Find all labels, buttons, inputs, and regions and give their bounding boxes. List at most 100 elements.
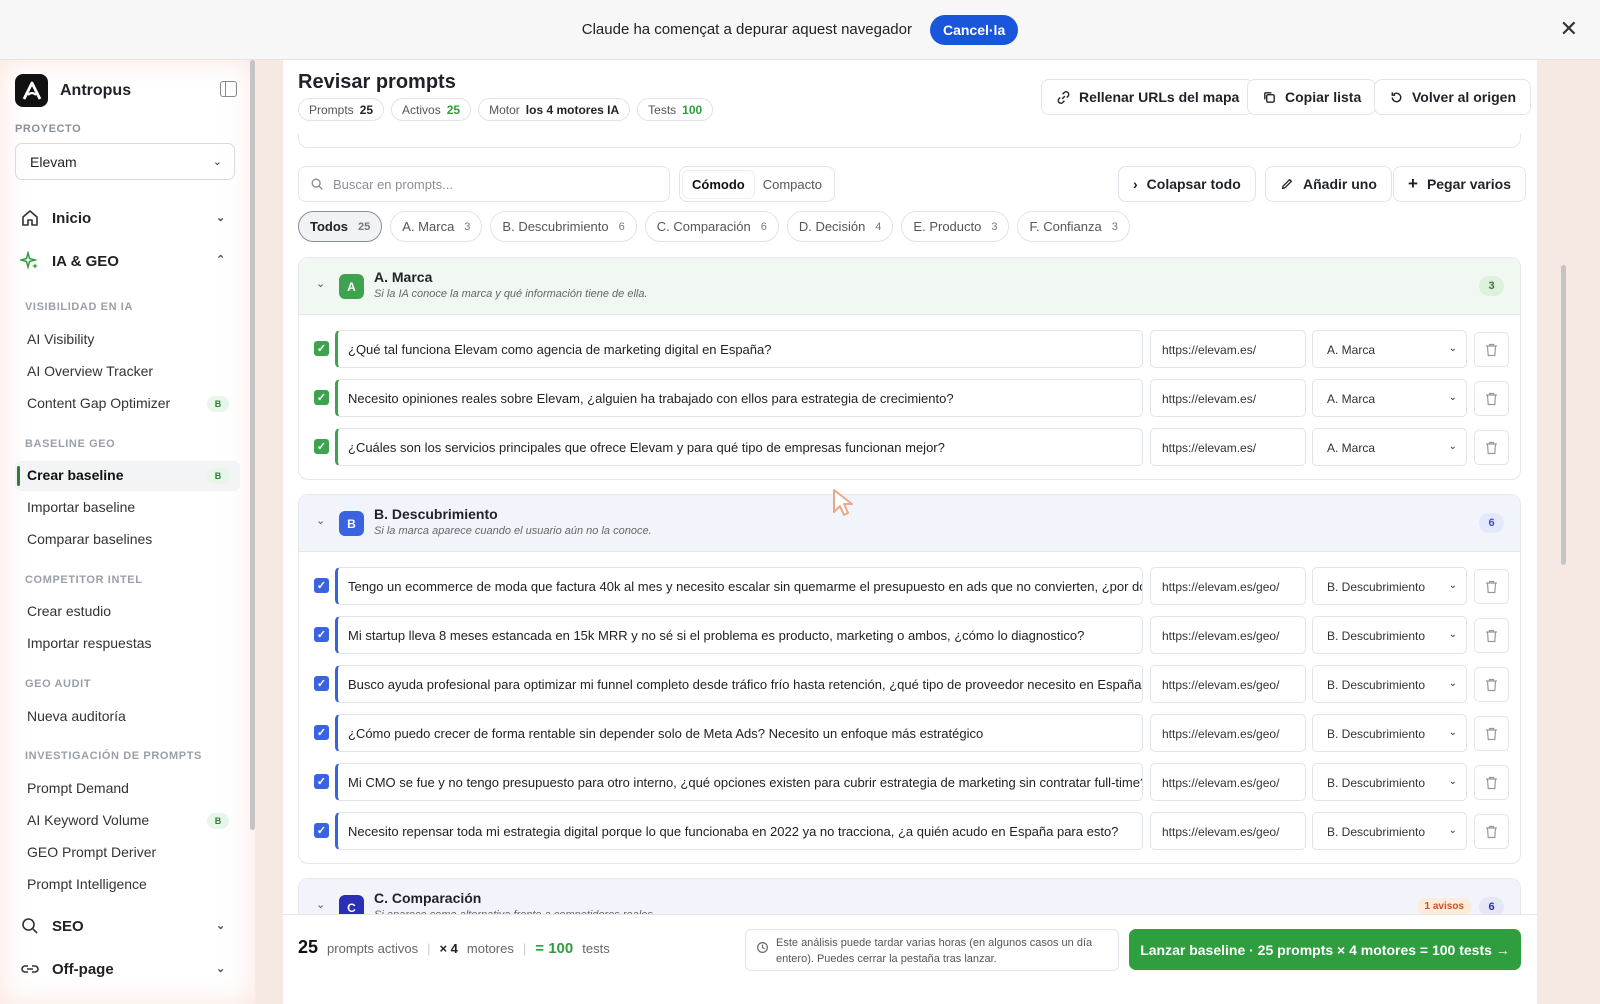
sidebar-item-ai-overview-tracker[interactable]: AI Overview Tracker — [27, 363, 153, 379]
group-badge: A — [339, 274, 364, 299]
delete-prompt-button[interactable] — [1474, 569, 1509, 604]
prompt-checkbox[interactable]: ✓ — [314, 439, 329, 454]
filter-marca[interactable]: A. Marca 3 — [390, 211, 483, 242]
chevron-down-icon[interactable]: ⌄ — [316, 277, 325, 290]
trash-icon — [1486, 392, 1497, 405]
prompt-text-input[interactable]: Necesito opiniones reales sobre Elevam, … — [335, 379, 1143, 417]
prompt-url-input[interactable]: https://elevam.es/geo/ — [1150, 665, 1306, 703]
back-to-origin-button[interactable]: Volver al origen — [1374, 79, 1531, 115]
sidebar-item-nueva-auditoria[interactable]: Nueva auditoría — [27, 708, 126, 724]
sidebar-item-ai-visibility[interactable]: AI Visibility — [27, 331, 94, 347]
prompt-checkbox[interactable]: ✓ — [314, 390, 329, 405]
prompt-category-select[interactable]: B. Descubrimiento ⌄ — [1312, 812, 1467, 850]
prompt-category-select[interactable]: A. Marca ⌄ — [1312, 330, 1467, 368]
chevron-down-icon[interactable]: ⌄ — [316, 514, 325, 527]
sidebar-item-crear-estudio[interactable]: Crear estudio — [27, 603, 111, 619]
prompt-text-input[interactable]: ¿Cómo puedo crecer de forma rentable sin… — [335, 714, 1143, 752]
search-input[interactable]: Buscar en prompts... — [298, 166, 670, 202]
delete-prompt-button[interactable] — [1474, 381, 1509, 416]
prompt-category-select[interactable]: B. Descubrimiento ⌄ — [1312, 763, 1467, 801]
chevron-down-icon: ⌄ — [1448, 776, 1457, 787]
sidebar-item-prompt-intelligence[interactable]: Prompt Intelligence — [27, 876, 147, 892]
filter-producto[interactable]: E. Producto 3 — [901, 211, 1010, 242]
group-header[interactable]: ⌄ B B. Descubrimiento Si la marca aparec… — [299, 495, 1520, 552]
sidebar-item-prompt-demand[interactable]: Prompt Demand — [27, 780, 129, 796]
prompt-text-input[interactable]: Tengo un ecommerce de moda que factura 4… — [335, 567, 1143, 605]
cancel-debug-button[interactable]: Cancel·la — [929, 14, 1019, 45]
filter-decision[interactable]: D. Decisión 4 — [786, 211, 894, 242]
prompt-text-input[interactable]: Busco ayuda profesional para optimizar m… — [335, 665, 1143, 703]
prompt-url-input[interactable]: https://elevam.es/geo/ — [1150, 763, 1306, 801]
prompt-text-input[interactable]: Necesito repensar toda mi estrategia dig… — [335, 812, 1143, 850]
collapse-sidebar-icon[interactable] — [220, 81, 237, 97]
delete-prompt-button[interactable] — [1474, 814, 1509, 849]
sidebar-item-ai-keyword-volume[interactable]: AI Keyword Volume — [27, 812, 149, 828]
fill-urls-button[interactable]: Rellenar URLs del mapa — [1041, 79, 1255, 115]
nav-offpage[interactable]: Off-page ⌄ — [20, 959, 225, 979]
prompt-text-input[interactable]: ¿Cuáles son los servicios principales qu… — [335, 428, 1143, 466]
prompt-checkbox[interactable]: ✓ — [314, 627, 329, 642]
prompt-category-select[interactable]: A. Marca ⌄ — [1312, 379, 1467, 417]
filter-descubrimiento[interactable]: B. Descubrimiento 6 — [490, 211, 637, 242]
prompt-category-select[interactable]: A. Marca ⌄ — [1312, 428, 1467, 466]
group-header[interactable]: ⌄ A A. Marca Si la IA conoce la marca y … — [299, 258, 1520, 315]
sidebar-item-content-gap-optimizer[interactable]: Content Gap Optimizer — [27, 395, 170, 411]
close-icon[interactable]: ✕ — [1560, 18, 1578, 40]
delete-prompt-button[interactable] — [1474, 765, 1509, 800]
prompt-url-input[interactable]: https://elevam.es/geo/ — [1150, 714, 1306, 752]
chevron-down-icon: ⌄ — [1448, 629, 1457, 640]
sidebar-item-crear-baseline[interactable]: Crear baseline — [27, 467, 124, 483]
prompt-checkbox[interactable]: ✓ — [314, 341, 329, 356]
prompt-text-input[interactable]: Mi startup lleva 8 meses estancada en 15… — [335, 616, 1143, 654]
view-compacto[interactable]: Compacto — [754, 171, 831, 198]
prompt-url-input[interactable]: https://elevam.es/ — [1150, 379, 1306, 417]
prompt-url-input[interactable]: https://elevam.es/geo/ — [1150, 616, 1306, 654]
delete-prompt-button[interactable] — [1474, 716, 1509, 751]
prompt-url-input[interactable]: https://elevam.es/ — [1150, 428, 1306, 466]
project-select[interactable]: Elevam ⌄ — [15, 143, 235, 180]
filter-comparacion[interactable]: C. Comparación 6 — [644, 211, 779, 242]
prompt-checkbox[interactable]: ✓ — [314, 725, 329, 740]
delete-prompt-button[interactable] — [1474, 618, 1509, 653]
sidebar-item-importar-baseline[interactable]: Importar baseline — [27, 499, 135, 515]
prompt-url-input[interactable]: https://elevam.es/ — [1150, 330, 1306, 368]
nav-ia-geo[interactable]: IA & GEO ⌃ — [20, 251, 225, 271]
add-one-button[interactable]: Añadir uno — [1265, 166, 1392, 202]
filter-todos[interactable]: Todos 25 — [298, 211, 383, 242]
prompt-category-select[interactable]: B. Descubrimiento ⌄ — [1312, 616, 1467, 654]
prompt-category-select[interactable]: B. Descubrimiento ⌄ — [1312, 665, 1467, 703]
prompt-category-select[interactable]: B. Descubrimiento ⌄ — [1312, 567, 1467, 605]
view-toggle: Cómodo Compacto — [679, 166, 835, 202]
collapse-all-button[interactable]: › Colapsar todo — [1118, 166, 1256, 202]
view-comodo[interactable]: Cómodo — [683, 170, 754, 198]
nav-seo[interactable]: SEO ⌄ — [20, 916, 225, 936]
delete-prompt-button[interactable] — [1474, 332, 1509, 367]
chevron-down-icon[interactable]: ⌄ — [316, 898, 325, 911]
copy-list-button[interactable]: Copiar lista — [1247, 79, 1377, 115]
prompt-url-input[interactable]: https://elevam.es/geo/ — [1150, 812, 1306, 850]
prompt-text-input[interactable]: Mi CMO se fue y no tengo presupuesto par… — [335, 763, 1143, 801]
launch-baseline-button[interactable]: Lanzar baseline · 25 prompts × 4 motores… — [1129, 929, 1521, 970]
prompt-url-input[interactable]: https://elevam.es/geo/ — [1150, 567, 1306, 605]
sidebar: Antropus PROYECTO Elevam ⌄ Inicio ⌄ IA & … — [0, 60, 256, 1004]
prompt-text-input[interactable]: ¿Qué tal funciona Elevam como agencia de… — [335, 330, 1143, 368]
prompt-checkbox[interactable]: ✓ — [314, 578, 329, 593]
nav-ia-geo-label: IA & GEO — [52, 252, 119, 270]
sidebar-item-importar-respuestas[interactable]: Importar respuestas — [27, 635, 152, 651]
sidebar-scrollbar[interactable] — [250, 60, 255, 830]
trash-icon — [1486, 441, 1497, 454]
main-scrollbar[interactable] — [1561, 265, 1566, 565]
paste-many-button[interactable]: + Pegar varios — [1393, 166, 1526, 202]
delete-prompt-button[interactable] — [1474, 667, 1509, 702]
prompt-category-select[interactable]: B. Descubrimiento ⌄ — [1312, 714, 1467, 752]
filter-confianza[interactable]: F. Confianza 3 — [1017, 211, 1130, 242]
nav-inicio[interactable]: Inicio ⌄ — [20, 208, 225, 228]
delete-prompt-button[interactable] — [1474, 430, 1509, 465]
prompt-checkbox[interactable]: ✓ — [314, 774, 329, 789]
prompt-checkbox[interactable]: ✓ — [314, 676, 329, 691]
sidebar-item-comparar-baselines[interactable]: Comparar baselines — [27, 531, 152, 547]
brand-name: Antropus — [60, 81, 132, 99]
sidebar-item-geo-prompt-deriver[interactable]: GEO Prompt Deriver — [27, 844, 156, 860]
prompt-checkbox[interactable]: ✓ — [314, 823, 329, 838]
prompt-row: ✓ ¿Cómo puedo crecer de forma rentable si… — [314, 714, 1509, 752]
